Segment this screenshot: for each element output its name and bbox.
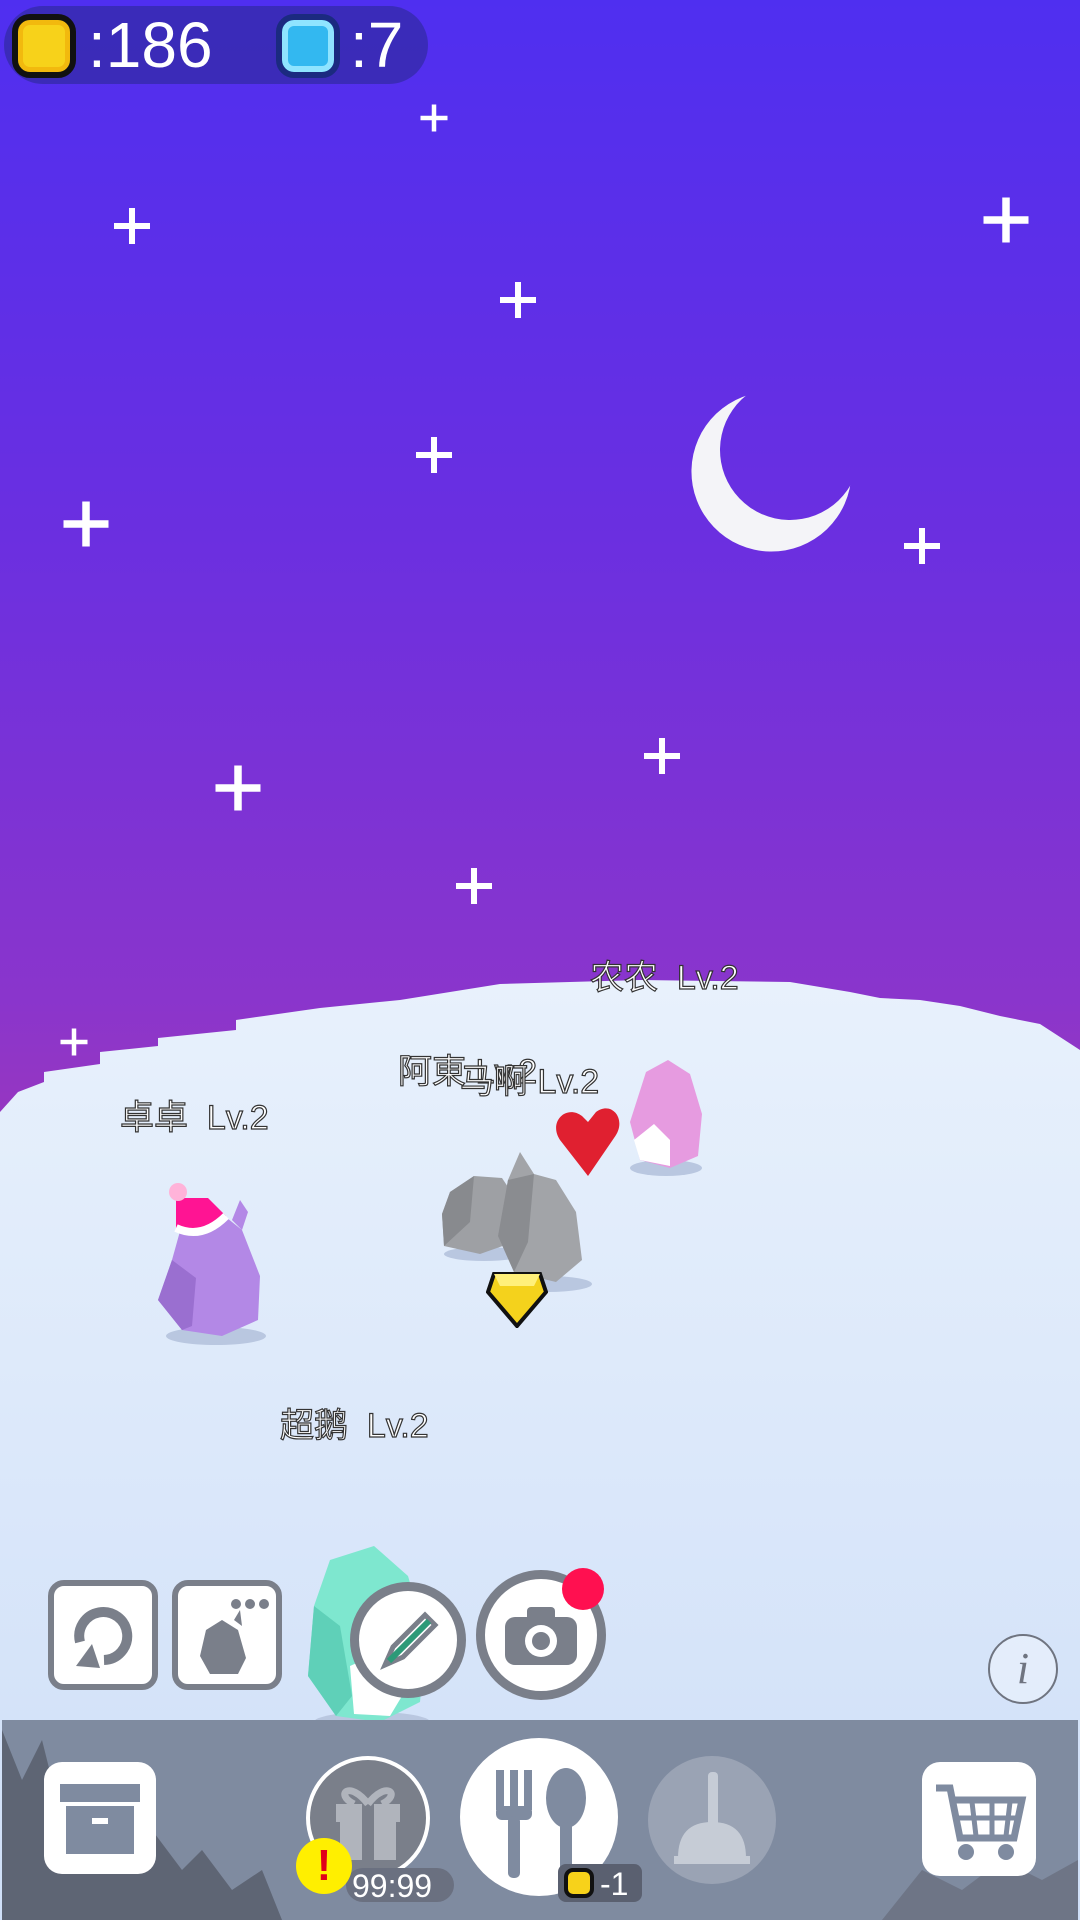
edit-button[interactable] bbox=[350, 1582, 466, 1698]
notification-dot bbox=[562, 1568, 604, 1610]
coin-count: :186 bbox=[88, 9, 213, 81]
currency-panel: :186 :7 bbox=[4, 6, 428, 84]
bottom-bar: 99:99 ! -1 bbox=[2, 1720, 1078, 1920]
shopping-cart-icon bbox=[936, 1784, 1027, 1860]
alert-icon: ! bbox=[316, 1841, 332, 1890]
clean-button[interactable] bbox=[648, 1756, 776, 1884]
gem-count: :7 bbox=[350, 9, 404, 81]
penguin-menu-icon bbox=[200, 1599, 269, 1674]
rotate-button[interactable] bbox=[48, 1580, 158, 1690]
star bbox=[63, 501, 109, 547]
penguin-label: 超鹅 Lv.2 bbox=[279, 1406, 429, 1445]
plunger-icon bbox=[674, 1772, 750, 1864]
star bbox=[644, 738, 680, 774]
storage-button[interactable] bbox=[44, 1762, 156, 1874]
moon bbox=[709, 369, 871, 531]
penguin-purple[interactable] bbox=[152, 1180, 268, 1346]
star bbox=[114, 208, 150, 244]
star bbox=[983, 197, 1029, 243]
penguin-label: 马啊 Lv.2 bbox=[459, 1062, 600, 1101]
penguin-menu-button[interactable] bbox=[172, 1580, 282, 1690]
star bbox=[500, 282, 536, 318]
shop-button[interactable] bbox=[922, 1762, 1036, 1876]
feed-cost: -1 bbox=[600, 1866, 629, 1902]
game-scene: :186 :7 农农 Lv.2 阿東 Lv.2 马啊 Lv.2 卓卓 Lv.2 … bbox=[0, 0, 1080, 1920]
star bbox=[420, 104, 448, 132]
star bbox=[215, 765, 261, 811]
storage-box-icon bbox=[60, 1784, 140, 1854]
penguin-label: 农农 Lv.2 bbox=[589, 958, 739, 997]
feed-cost-coin-icon bbox=[564, 1868, 594, 1898]
alert-badge: ! bbox=[296, 1838, 352, 1894]
blue-gem-icon bbox=[276, 14, 340, 78]
info-button[interactable]: i bbox=[988, 1634, 1058, 1704]
star bbox=[416, 437, 452, 473]
rotate-icon bbox=[74, 1607, 133, 1668]
gem-drop-icon[interactable] bbox=[486, 1270, 548, 1328]
star bbox=[456, 868, 492, 904]
gold-coin-icon bbox=[12, 14, 76, 78]
pencil-icon bbox=[380, 1611, 439, 1670]
info-icon: i bbox=[1016, 1644, 1030, 1693]
star bbox=[904, 528, 940, 564]
gift-timer: 99:99 bbox=[352, 1868, 433, 1904]
penguin-pink[interactable] bbox=[624, 1060, 708, 1176]
penguin-label: 卓卓 Lv.2 bbox=[119, 1098, 269, 1137]
